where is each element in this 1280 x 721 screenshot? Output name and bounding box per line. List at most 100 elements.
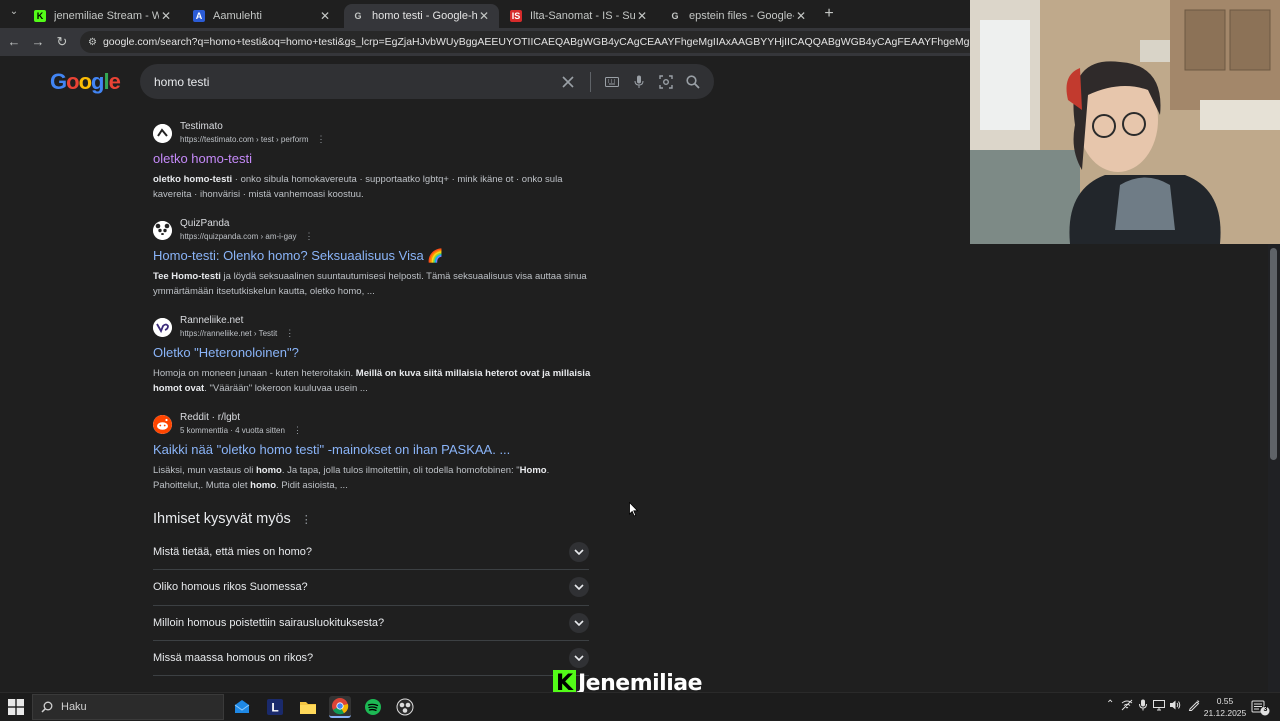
- result-url-line: https://testimato.com › test › perform ⋮: [180, 133, 325, 146]
- google-logo[interactable]: Google: [50, 69, 121, 95]
- people-also-ask-title: Ihmiset kysyvät myös: [153, 511, 291, 527]
- notification-count: 3: [1263, 706, 1268, 713]
- l-app-icon: L: [267, 699, 283, 715]
- result-title-link[interactable]: Oletko "Heteronoloinen"?: [153, 344, 593, 362]
- paa-question[interactable]: Mistä tietää, että mies on homo?: [153, 535, 589, 571]
- taskbar-spotify[interactable]: [362, 696, 384, 718]
- tray-network-off-icon[interactable]: [1121, 699, 1133, 714]
- result-source[interactable]: Reddit · r/lgbt 5 kommenttia · 4 vuotta s…: [153, 412, 593, 437]
- close-tab-icon[interactable]: ✕: [477, 9, 491, 23]
- google-icon: G: [671, 11, 679, 21]
- taskbar-clock[interactable]: 0.55 21.12.2025: [1200, 695, 1250, 719]
- close-tab-icon[interactable]: ✕: [159, 9, 173, 23]
- people-also-ask-heading: Ihmiset kysyvät myös ⋮: [153, 511, 312, 527]
- tray-display-icon[interactable]: [1153, 699, 1165, 714]
- reddit-icon: [153, 415, 172, 434]
- search-result: QuizPanda https://quizpanda.com › am-i-ga…: [153, 218, 593, 299]
- result-options-icon[interactable]: ⋮: [305, 231, 314, 241]
- new-tab-button[interactable]: +: [820, 5, 838, 23]
- close-tab-icon[interactable]: ✕: [794, 9, 808, 23]
- taskbar-obs[interactable]: [394, 696, 416, 718]
- clear-search-icon[interactable]: [555, 69, 581, 95]
- chevron-down-icon[interactable]: [569, 542, 589, 563]
- taskbar-search[interactable]: Haku: [32, 694, 224, 720]
- start-button[interactable]: [8, 699, 24, 720]
- browser-tab[interactable]: A Aamulehti ✕: [185, 4, 340, 28]
- paa-question[interactable]: Missä maassa homous on rikos?: [153, 641, 589, 677]
- more-options-icon[interactable]: ⋮: [301, 513, 312, 526]
- result-title-link[interactable]: oletko homo-testi: [153, 150, 593, 168]
- chevron-down-icon[interactable]: [569, 612, 589, 633]
- forward-button[interactable]: →: [30, 34, 46, 50]
- search-icon[interactable]: [680, 69, 706, 95]
- tab-title: Aamulehti: [213, 10, 262, 22]
- result-options-icon[interactable]: ⋮: [293, 425, 302, 435]
- tray-chevron-icon[interactable]: ⌃: [1106, 699, 1114, 710]
- snippet-text: Lisäksi, mun vastaus oli: [153, 465, 256, 476]
- result-url: https://testimato.com › test › perform: [180, 135, 309, 144]
- clock-date: 21.12.2025: [1203, 708, 1247, 718]
- snippet-text: Homoja on moneen junaan - kuten heteroit…: [153, 368, 356, 379]
- tray-pen-icon[interactable]: [1188, 699, 1200, 714]
- taskbar-mail-app[interactable]: [231, 696, 253, 718]
- browser-tab[interactable]: Kjenemiliae Stream - Watch Live✕: [26, 4, 181, 28]
- browser-tab-strip: ⌄ Kjenemiliae Stream - Watch Live✕ A Aamul…: [0, 0, 970, 28]
- spotify-icon: [365, 699, 381, 715]
- keyboard-icon[interactable]: [599, 69, 625, 95]
- close-tab-icon[interactable]: ✕: [635, 9, 649, 23]
- aamulehti-icon: A: [193, 10, 205, 22]
- reload-button[interactable]: ↻: [54, 34, 70, 50]
- taskbar-file-explorer[interactable]: [297, 696, 319, 718]
- chevron-down-icon[interactable]: [569, 577, 589, 598]
- windows-icon: [8, 699, 24, 715]
- paa-question-text: Missä maassa homous on rikos?: [153, 652, 314, 665]
- result-source[interactable]: Ranneliike.net https://ranneliike.net › T…: [153, 315, 593, 340]
- browser-tab[interactable]: Gepstein files - Google-haku✕: [661, 4, 816, 28]
- paa-question[interactable]: Milloin homous poistettiin sairausluokit…: [153, 606, 589, 641]
- paa-question-text: Oliko homous rikos Suomessa?: [153, 581, 308, 594]
- result-title-link[interactable]: Homo-testi: Olenko homo? Seksuaalisuus V…: [153, 247, 593, 265]
- result-title-link[interactable]: Kaikki nää "oletko homo testi" -mainokse…: [153, 441, 593, 459]
- notification-center[interactable]: 3: [1250, 698, 1270, 716]
- result-url-line: https://quizpanda.com › am-i-gay ⋮: [180, 230, 314, 243]
- webcam-image: [970, 0, 1280, 244]
- close-tab-icon[interactable]: ✕: [318, 9, 332, 23]
- result-snippet: Lisäksi, mun vastaus oli homo. Ja tapa, …: [153, 463, 593, 493]
- people-also-ask-list: Mistä tietää, että mies on homo? Oliko ho…: [153, 535, 589, 677]
- result-url: 5 kommenttia · 4 vuotta sitten: [180, 426, 285, 435]
- result-snippet: Tee Homo-testi ja löydä seksuaalinen suu…: [153, 269, 593, 299]
- testimato-icon: [153, 124, 172, 143]
- back-button[interactable]: ←: [6, 34, 22, 50]
- paa-question[interactable]: Oliko homous rikos Suomessa?: [153, 570, 589, 606]
- tab-search-button[interactable]: ⌄: [6, 6, 22, 22]
- site-info-icon[interactable]: ⚙: [88, 37, 97, 48]
- taskbar-l-app[interactable]: L: [264, 696, 286, 718]
- address-bar[interactable]: ⚙ google.com/search?q=homo+testi&oq=homo…: [80, 31, 970, 53]
- search-result: Reddit · r/lgbt 5 kommenttia · 4 vuotta s…: [153, 412, 593, 493]
- panda-icon: [153, 221, 172, 240]
- tray-volume-icon[interactable]: [1169, 699, 1181, 714]
- scrollbar-thumb[interactable]: [1270, 248, 1277, 460]
- search-result: Testimato https://testimato.com › test › …: [153, 121, 593, 202]
- ilta-sanomat-icon: IS: [510, 10, 522, 22]
- snippet-text: oletko homo-testi: [153, 174, 233, 185]
- tab-title: Ilta-Sanomat - IS - Suomen suu: [530, 10, 635, 22]
- search-box[interactable]: homo testi: [140, 64, 714, 99]
- search-input[interactable]: homo testi: [154, 75, 555, 89]
- result-source[interactable]: QuizPanda https://quizpanda.com › am-i-ga…: [153, 218, 593, 243]
- result-site-name: Ranneliike.net: [180, 315, 244, 326]
- result-options-icon[interactable]: ⋮: [285, 328, 294, 338]
- browser-tab[interactable]: Ghomo testi - Google-haku✕: [344, 4, 499, 28]
- tray-microphone-icon[interactable]: [1139, 699, 1147, 714]
- browser-tab[interactable]: IS Ilta-Sanomat - IS - Suomen suu✕: [502, 4, 657, 28]
- result-options-icon[interactable]: ⋮: [316, 134, 325, 144]
- result-url-line: https://ranneliike.net › Testit ⋮: [180, 327, 294, 340]
- result-source[interactable]: Testimato https://testimato.com › test › …: [153, 121, 593, 146]
- tab-title: homo testi - Google-haku: [372, 10, 477, 22]
- chevron-down-icon[interactable]: [569, 648, 589, 669]
- page-scrollbar[interactable]: [1268, 244, 1280, 692]
- lens-icon[interactable]: [653, 69, 679, 95]
- snippet-text: homo: [255, 465, 282, 476]
- microphone-icon[interactable]: [626, 69, 652, 95]
- taskbar-chrome[interactable]: [329, 696, 351, 718]
